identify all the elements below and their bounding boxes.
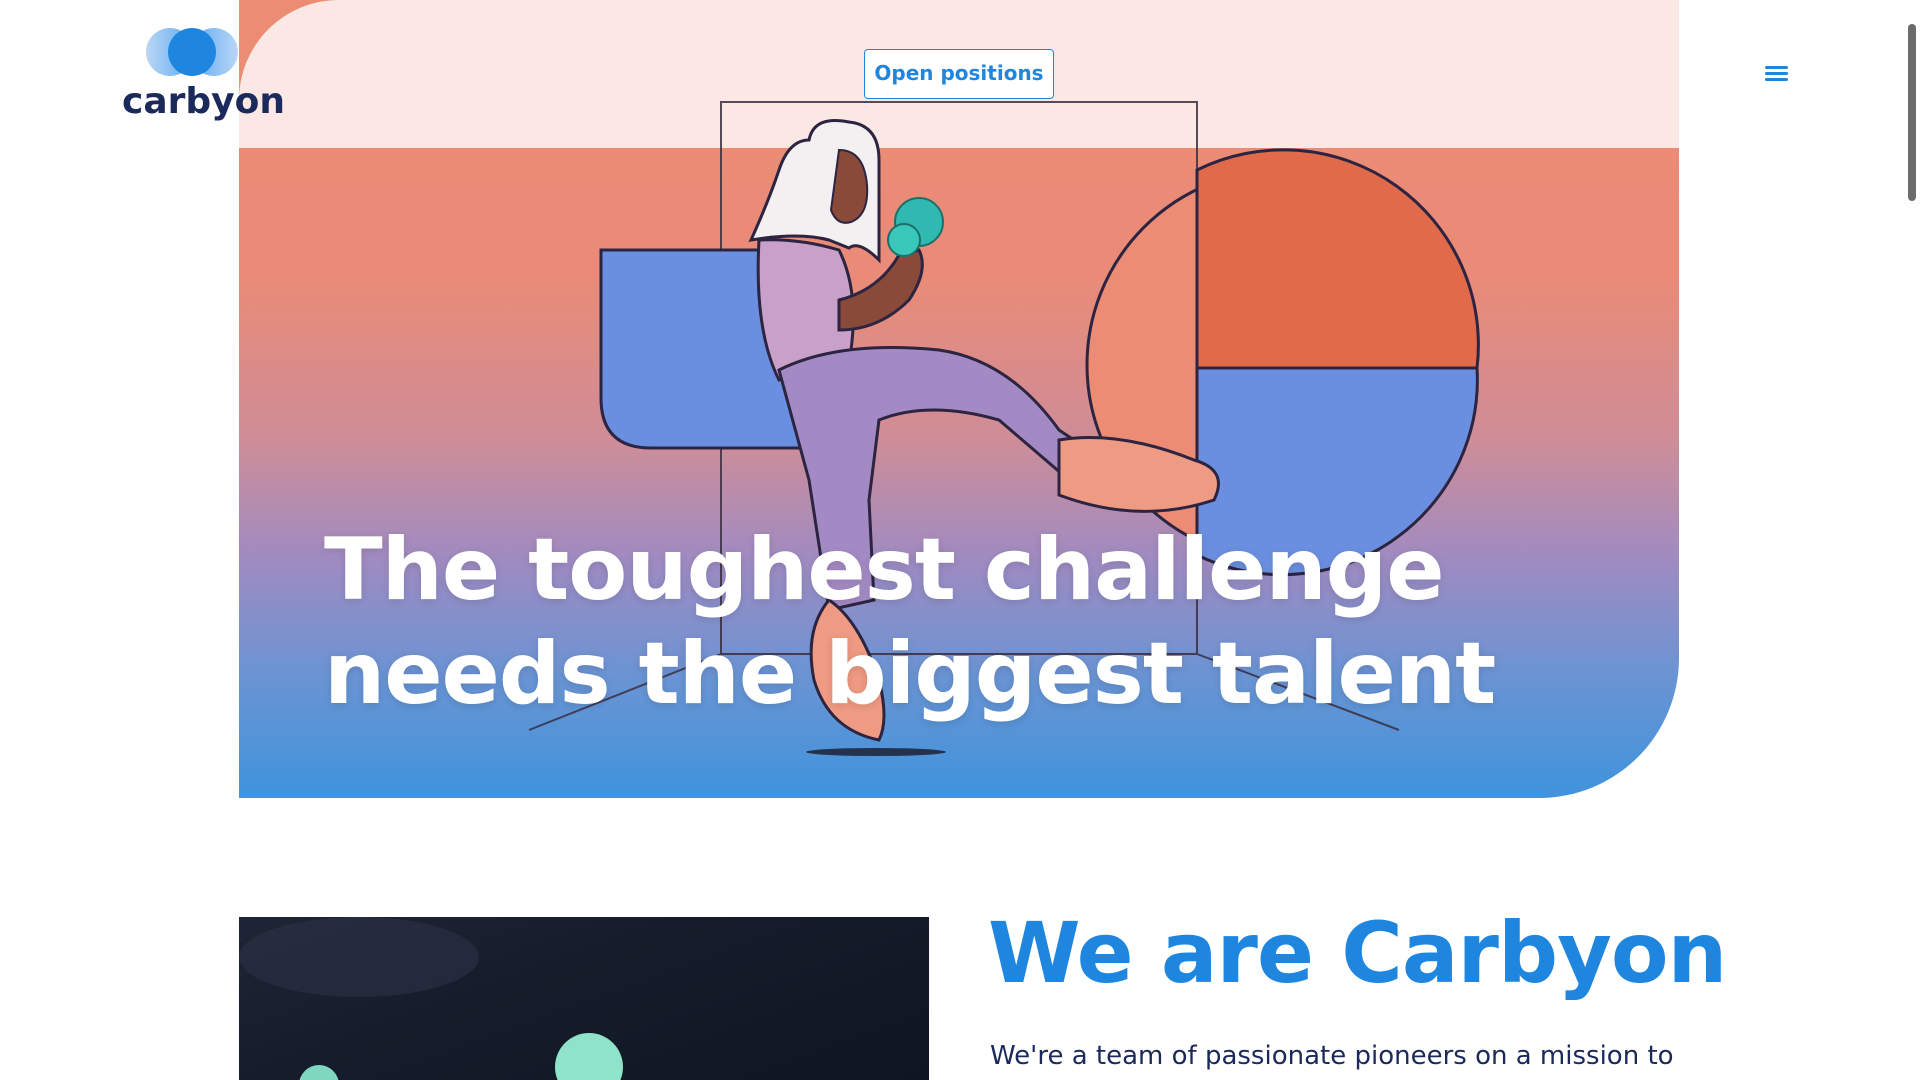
hero-headline-line1: The toughest challenge [324, 520, 1445, 620]
team-image [239, 917, 929, 1080]
team-image-art [239, 917, 623, 1080]
hero-headline-line2: needs the biggest talent [324, 624, 1496, 724]
hero-banner: The toughest challenge needs the biggest… [239, 0, 1679, 798]
open-positions-button[interactable]: Open positions [864, 49, 1054, 99]
section-description: We're a team of passionate pioneers on a… [990, 1041, 1674, 1071]
carbyon-logo[interactable]: carbyon [122, 26, 285, 122]
section-title: We are Carbyon [988, 904, 1727, 1002]
menu-button[interactable] [1762, 62, 1792, 86]
carbyon-circles-logo-icon [146, 28, 238, 76]
page-scrollbar[interactable] [1904, 0, 1920, 1080]
scrollbar-thumb[interactable] [1908, 24, 1916, 201]
logo-wordmark: carbyon [122, 81, 285, 122]
hero-headline: The toughest challenge needs the biggest… [324, 518, 1524, 726]
page: The toughest challenge needs the biggest… [0, 0, 1920, 1080]
